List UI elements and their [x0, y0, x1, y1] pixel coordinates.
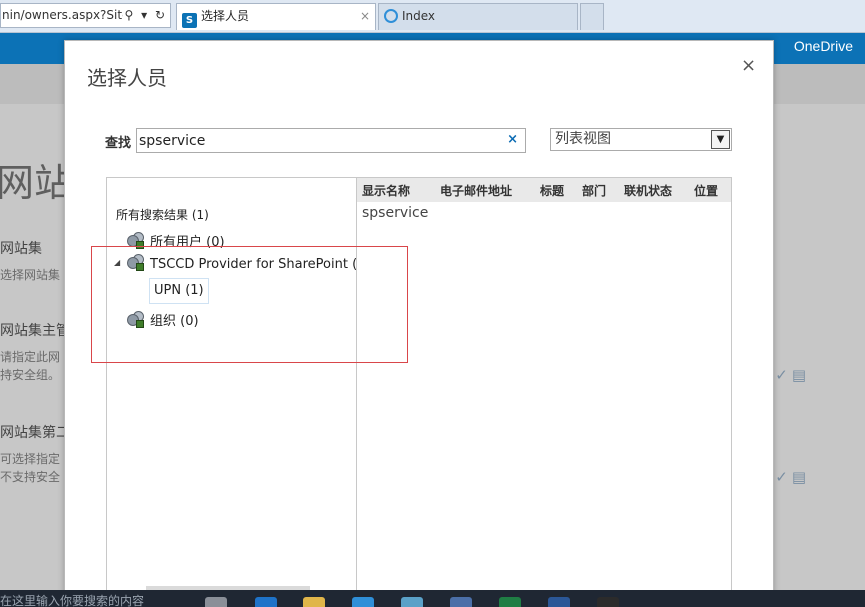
annotation-highlight-box	[91, 246, 408, 363]
address-search-refresh-icons[interactable]: ⚲ ▾ ↻	[122, 4, 167, 27]
excel-icon[interactable]	[499, 597, 521, 607]
ie-taskbar-icon[interactable]	[352, 597, 374, 607]
tab-close-icon[interactable]: ×	[360, 4, 370, 29]
find-label: 查找	[105, 136, 132, 151]
page-title: 网站	[0, 161, 73, 205]
chevron-down-icon[interactable]: ▼	[711, 130, 730, 149]
network-icon[interactable]	[401, 597, 423, 607]
tab-select-people[interactable]: S 选择人员 ×	[176, 3, 376, 30]
result-row[interactable]: spservice	[362, 205, 428, 221]
provider-tree-pane: 所有搜索结果 (1) 所有用户 (0) ◢ TSCCD Provider for…	[106, 177, 365, 604]
search-input[interactable]	[139, 131, 499, 150]
section-heading: 网站集	[0, 241, 42, 257]
address-bar[interactable]: nin/owners.aspx?Site ⚲ ▾ ↻	[0, 3, 171, 28]
tab-index[interactable]: Index	[378, 3, 578, 30]
edge-icon[interactable]	[255, 597, 277, 607]
check-names-icon[interactable]: ✓▤	[775, 366, 810, 384]
search-box: ×	[136, 128, 526, 153]
close-icon[interactable]: ×	[741, 55, 756, 76]
section-text: 选择网站集	[0, 268, 61, 282]
view-select-value: 列表视图	[555, 131, 611, 147]
clear-search-icon[interactable]: ×	[507, 132, 518, 147]
onedrive-link[interactable]: OneDrive	[794, 38, 853, 54]
ie-icon	[384, 9, 398, 23]
word-icon[interactable]	[548, 597, 570, 607]
column-header-email[interactable]: 电子邮件地址	[440, 182, 512, 199]
column-header-location[interactable]: 位置	[694, 182, 718, 199]
sharepoint-icon: S	[182, 13, 197, 28]
results-pane: 显示名称 电子邮件地址 标题 部门 联机状态 位置 spservice	[356, 177, 732, 601]
dialog-title: 选择人员	[87, 66, 167, 90]
results-header: 显示名称 电子邮件地址 标题 部门 联机状态 位置	[357, 178, 731, 202]
section-text: 不支持安全	[0, 470, 61, 484]
section-text: 请指定此网	[0, 350, 61, 364]
server-manager-icon[interactable]	[450, 597, 472, 607]
column-header-presence[interactable]: 联机状态	[624, 182, 672, 199]
tab-label: 选择人员	[201, 9, 250, 23]
file-explorer-icon[interactable]	[303, 597, 325, 607]
column-header-department[interactable]: 部门	[582, 182, 606, 199]
column-header-title[interactable]: 标题	[540, 182, 564, 199]
taskbar-search-text[interactable]: 在这里输入你要搜索的内容	[0, 592, 144, 607]
all-results-node[interactable]: 所有搜索结果 (1)	[116, 206, 209, 223]
address-text: nin/owners.aspx?Site	[2, 8, 130, 22]
view-select[interactable]: 列表视图 ▼	[550, 128, 732, 151]
section-heading: 网站集主管	[0, 323, 70, 339]
section-text: 可选择指定	[0, 452, 61, 466]
section-heading: 网站集第二	[0, 425, 70, 441]
column-header-display-name[interactable]: 显示名称	[362, 182, 410, 199]
task-view-icon[interactable]	[205, 597, 227, 607]
new-tab-button[interactable]	[580, 3, 604, 30]
check-names-icon[interactable]: ✓▤	[775, 468, 810, 486]
app-icon[interactable]	[597, 597, 619, 607]
taskbar: 在这里输入你要搜索的内容	[0, 590, 865, 607]
tab-label: Index	[402, 9, 436, 23]
browser-chrome: nin/owners.aspx?Site ⚲ ▾ ↻ S 选择人员 × Index	[0, 0, 865, 33]
section-text: 持安全组。	[0, 368, 61, 382]
